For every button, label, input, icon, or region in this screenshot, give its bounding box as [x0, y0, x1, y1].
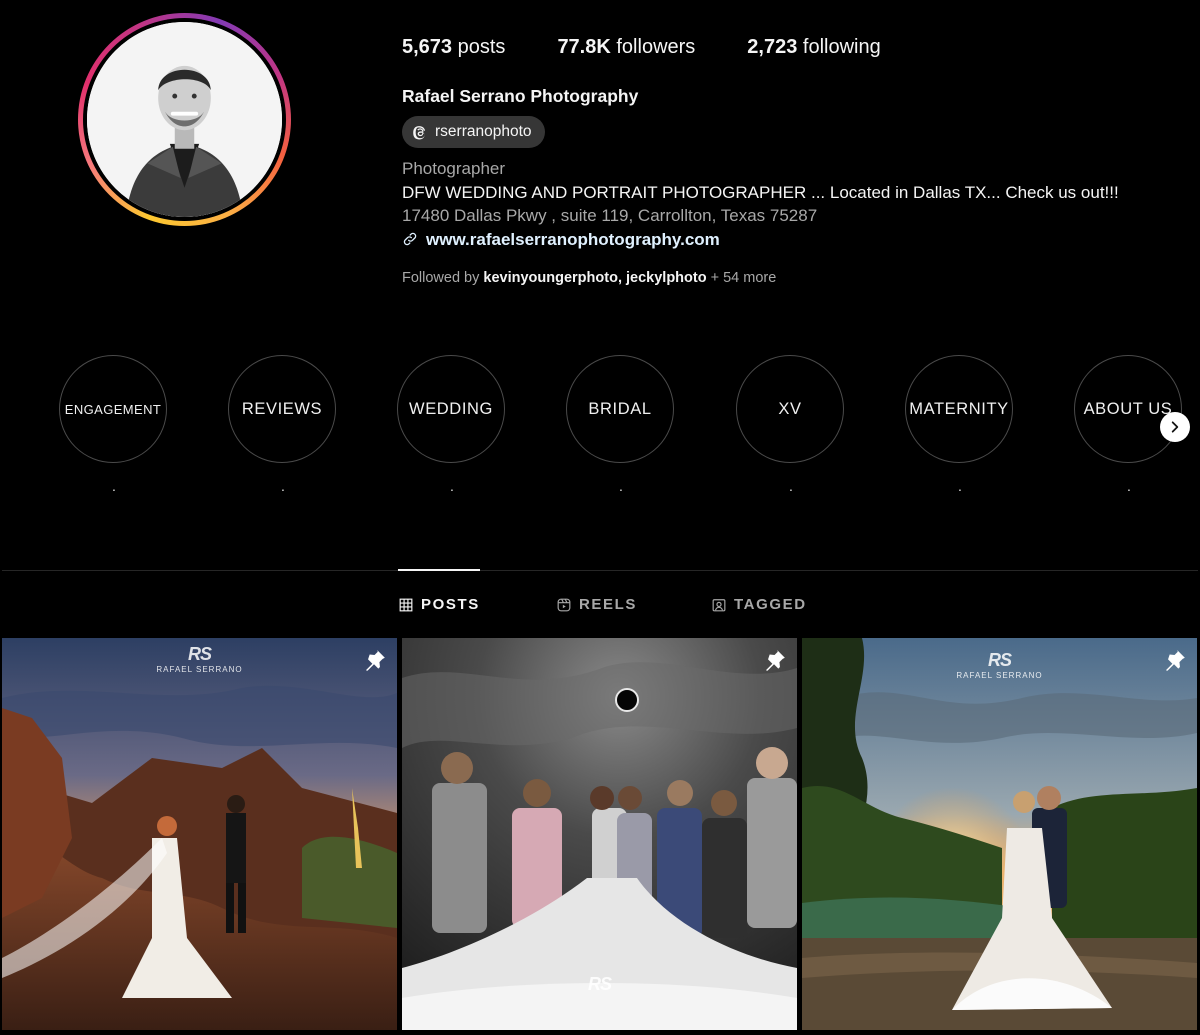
followed-by-more: + 54 more — [710, 270, 777, 286]
profile-name: Rafael Serrano Photography — [402, 86, 639, 106]
stat-followers-count: 77.8K — [557, 36, 611, 58]
threads-handle-chip[interactable]: rserranophoto — [402, 116, 545, 148]
watermark-monogram: RS — [187, 644, 212, 664]
tab-tagged[interactable]: TAGGED — [712, 596, 807, 613]
pin-icon — [1165, 650, 1185, 671]
reels-icon — [557, 598, 571, 611]
profile-avatar-ring[interactable] — [78, 13, 291, 226]
highlight-cover: ENGAGEMENT — [59, 355, 167, 463]
pin-icon — [365, 650, 385, 671]
highlight-wedding[interactable]: WEDDING . — [397, 355, 507, 493]
post-tile[interactable]: RS RAFAEL SERRANO — [802, 638, 1197, 1030]
highlight-maternity[interactable]: MATERNITY . — [905, 355, 1015, 493]
watermark-monogram: RS — [587, 974, 612, 994]
tab-posts-label: POSTS — [421, 596, 480, 613]
chevron-right-icon — [1171, 421, 1179, 433]
highlight-caption: . — [1127, 478, 1131, 494]
post-image — [2, 638, 397, 1030]
stat-followers[interactable]: 77.8K followers — [557, 36, 695, 59]
post-image — [802, 638, 1197, 1030]
avatar-gap — [83, 18, 286, 221]
highlight-caption: . — [450, 478, 454, 494]
followed-by-users: kevinyoungerphoto, jeckylphoto — [483, 270, 707, 286]
post-tile[interactable]: RS — [402, 638, 797, 1030]
profile-stats: 5,673 posts 77.8K followers 2,723 follow… — [402, 36, 881, 59]
tagged-icon — [712, 598, 726, 611]
highlight-caption: . — [112, 478, 116, 494]
bio-text: DFW WEDDING AND PORTRAIT PHOTOGRAPHER ..… — [402, 182, 1119, 202]
watermark-text: RAFAEL SERRANO — [156, 665, 243, 674]
stat-following[interactable]: 2,723 following — [747, 36, 880, 59]
highlight-cover: ABOUT US — [1074, 355, 1182, 463]
highlight-reviews[interactable]: REVIEWS . — [228, 355, 338, 493]
threads-icon — [413, 125, 426, 139]
tab-tagged-label: TAGGED — [734, 596, 807, 613]
tab-reels[interactable]: REELS — [557, 596, 637, 613]
post-tile[interactable]: RS RAFAEL SERRANO — [2, 638, 397, 1030]
followed-by-prefix: Followed by — [402, 270, 480, 286]
website-link[interactable]: www.rafaelserranophotography.com — [402, 228, 1119, 252]
stat-following-label: following — [802, 36, 881, 58]
profile-address: 17480 Dallas Pkwy , suite 119, Carrollto… — [402, 206, 818, 225]
threads-handle: rserranophoto — [435, 123, 532, 140]
highlight-cover: REVIEWS — [228, 355, 336, 463]
stat-followers-label: followers — [616, 36, 696, 58]
highlight-caption: . — [281, 478, 285, 494]
highlights-next-button[interactable] — [1160, 412, 1190, 442]
watermark-monogram: RS — [987, 650, 1012, 670]
stat-posts: 5,673 posts — [402, 36, 505, 59]
highlight-cover: WEDDING — [397, 355, 505, 463]
highlight-caption: . — [789, 478, 793, 494]
tabs-divider — [2, 570, 1198, 571]
highlight-caption: . — [958, 478, 962, 494]
profile-bio: Photographer DFW WEDDING AND PORTRAIT PH… — [402, 157, 1119, 251]
profile-category: Photographer — [402, 159, 506, 178]
grid-icon — [399, 598, 413, 611]
post-watermark: RS — [402, 974, 797, 995]
post-image — [402, 638, 797, 1030]
post-watermark: RS RAFAEL SERRANO — [802, 650, 1197, 680]
tab-active-indicator — [398, 569, 480, 571]
highlight-cover: XV — [736, 355, 844, 463]
highlight-cover: MATERNITY — [905, 355, 1013, 463]
stat-posts-count: 5,673 — [402, 36, 453, 58]
tab-posts[interactable]: POSTS — [399, 596, 480, 613]
pin-icon — [765, 650, 785, 671]
highlight-caption: . — [619, 478, 623, 494]
link-icon — [403, 233, 417, 246]
highlight-cover: BRIDAL — [566, 355, 674, 463]
watermark-text: RAFAEL SERRANO — [956, 671, 1043, 680]
followed-by[interactable]: Followed by kevinyoungerphoto, jeckylpho… — [402, 270, 776, 286]
highlight-bridal[interactable]: BRIDAL . — [566, 355, 676, 493]
highlight-engagement[interactable]: ENGAGEMENT . — [59, 355, 169, 493]
post-watermark: RS RAFAEL SERRANO — [2, 644, 397, 674]
website-url: www.rafaelserranophotography.com — [426, 229, 720, 249]
highlight-xv[interactable]: XV . — [736, 355, 846, 493]
avatar[interactable] — [87, 22, 282, 217]
avatar-portrait — [87, 22, 282, 217]
stat-following-count: 2,723 — [747, 36, 798, 58]
tab-reels-label: REELS — [579, 596, 638, 613]
stat-posts-label: posts — [457, 36, 506, 58]
